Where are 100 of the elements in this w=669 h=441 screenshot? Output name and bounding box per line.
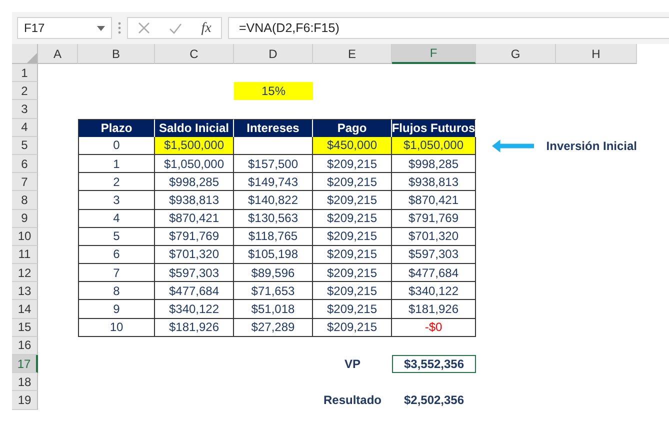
table-cell: $181,926	[155, 318, 234, 337]
insert-function-button[interactable]: fx	[201, 18, 212, 38]
summary-value: $3,552,356	[392, 355, 476, 374]
table-cell: $477,684	[392, 264, 476, 282]
table-cell: $1,050,000	[392, 136, 476, 155]
table-cell: $340,122	[155, 300, 234, 319]
table-cell: $209,215	[313, 246, 392, 264]
check-icon[interactable]	[168, 22, 182, 34]
row-header[interactable]: 13	[12, 282, 38, 300]
table-cell: 6	[78, 246, 155, 264]
table-cell: $1,050,000	[155, 154, 234, 174]
row-header[interactable]: 4	[12, 118, 38, 137]
column-header[interactable]: C	[155, 44, 234, 64]
table-cell: $870,421	[155, 210, 234, 228]
dropdown-icon[interactable]	[97, 26, 105, 30]
table-cell: $140,822	[234, 191, 313, 210]
table-cell: $209,215	[313, 264, 392, 282]
table-cell: 8	[78, 282, 155, 300]
table-cell: 3	[78, 191, 155, 210]
table-cell: 4	[78, 210, 155, 228]
select-all-button[interactable]	[12, 44, 38, 64]
table-cell: $477,684	[155, 282, 234, 300]
column-header[interactable]: D	[234, 44, 313, 64]
table-cell: 5	[78, 228, 155, 246]
column-header[interactable]: F	[392, 44, 476, 64]
column-header[interactable]: A	[38, 44, 78, 64]
table-cell: $870,421	[392, 191, 476, 210]
table-cell: $701,320	[392, 228, 476, 246]
table-header: Saldo Inicial	[155, 118, 234, 137]
annotation-label: Inversión Inicial	[546, 138, 637, 155]
summary-label: Resultado	[322, 392, 382, 410]
rate-cell: 15%	[234, 82, 313, 100]
row-header[interactable]: 15	[12, 318, 38, 337]
column-header[interactable]: H	[556, 44, 637, 64]
table-header: Flujos Futuros	[392, 118, 476, 137]
table-header: Intereses	[234, 118, 313, 137]
row-header[interactable]: 10	[12, 228, 38, 246]
table-cell: $597,303	[155, 264, 234, 282]
table-cell: $998,285	[155, 173, 234, 192]
table-cell: $998,285	[392, 154, 476, 174]
row-header[interactable]: 19	[12, 391, 38, 410]
table-cell: $597,303	[392, 246, 476, 264]
table-cell: 2	[78, 173, 155, 192]
table-header: Pago	[313, 118, 392, 137]
row-header[interactable]: 17	[12, 355, 38, 374]
name-box[interactable]: F17	[17, 17, 112, 39]
table-cell: $118,765	[234, 228, 313, 246]
row-header[interactable]: 7	[12, 173, 38, 192]
table-cell: $450,000	[313, 136, 392, 155]
table-cell: $209,215	[313, 282, 392, 300]
table-cell: $791,769	[155, 228, 234, 246]
row-header[interactable]: 16	[12, 336, 38, 355]
row-header[interactable]: 3	[12, 100, 38, 119]
cancel-icon[interactable]	[138, 22, 150, 34]
table-cell: $149,743	[234, 173, 313, 192]
table-cell: $701,320	[155, 246, 234, 264]
row-header[interactable]: 8	[12, 191, 38, 210]
table-cell: 7	[78, 264, 155, 282]
grip-icon	[118, 22, 121, 34]
row-header[interactable]: 9	[12, 210, 38, 228]
table-cell: $27,289	[234, 318, 313, 337]
left-arrow-icon	[492, 138, 534, 153]
row-header[interactable]: 2	[12, 82, 38, 100]
column-header[interactable]: G	[476, 44, 556, 64]
table-cell: $209,215	[313, 191, 392, 210]
table-cell: $89,596	[234, 264, 313, 282]
table-cell: $181,926	[392, 300, 476, 319]
table-cell: $209,215	[313, 318, 392, 337]
row-header[interactable]: 18	[12, 373, 38, 392]
row-header[interactable]: 5	[12, 136, 38, 155]
row-header[interactable]: 12	[12, 264, 38, 282]
column-header[interactable]: E	[313, 44, 392, 64]
table-cell: $340,122	[392, 282, 476, 300]
column-header[interactable]: B	[78, 44, 155, 64]
table-cell: $791,769	[392, 210, 476, 228]
table-cell: $209,215	[313, 210, 392, 228]
table-header: Plazo	[78, 118, 155, 137]
table-cell: 1	[78, 154, 155, 174]
summary-label: VP	[343, 356, 362, 374]
table-cell: $1,500,000	[155, 136, 234, 155]
row-header[interactable]: 11	[12, 246, 38, 264]
table-cell: $209,215	[313, 173, 392, 192]
table-cell: $105,198	[234, 246, 313, 264]
row-header[interactable]: 14	[12, 300, 38, 319]
table-cell: $51,018	[234, 300, 313, 319]
table-cell: 9	[78, 300, 155, 319]
table-cell: 10	[78, 318, 155, 337]
corner-triangle-icon	[27, 53, 37, 63]
table-cell: $938,813	[392, 173, 476, 192]
table-cell: $209,215	[313, 154, 392, 174]
table-cell: $71,653	[234, 282, 313, 300]
formula-field[interactable]: =VNA(D2,F6:F15)	[228, 17, 669, 39]
table-cell: $209,215	[313, 300, 392, 319]
table-cell: $157,500	[234, 154, 313, 174]
table-cell: $938,813	[155, 191, 234, 210]
summary-value: $2,502,356	[402, 392, 466, 410]
table-cell: $209,215	[313, 228, 392, 246]
row-header[interactable]: 1	[12, 64, 38, 82]
table-cell: -$0	[392, 318, 476, 337]
row-header[interactable]: 6	[12, 154, 38, 174]
